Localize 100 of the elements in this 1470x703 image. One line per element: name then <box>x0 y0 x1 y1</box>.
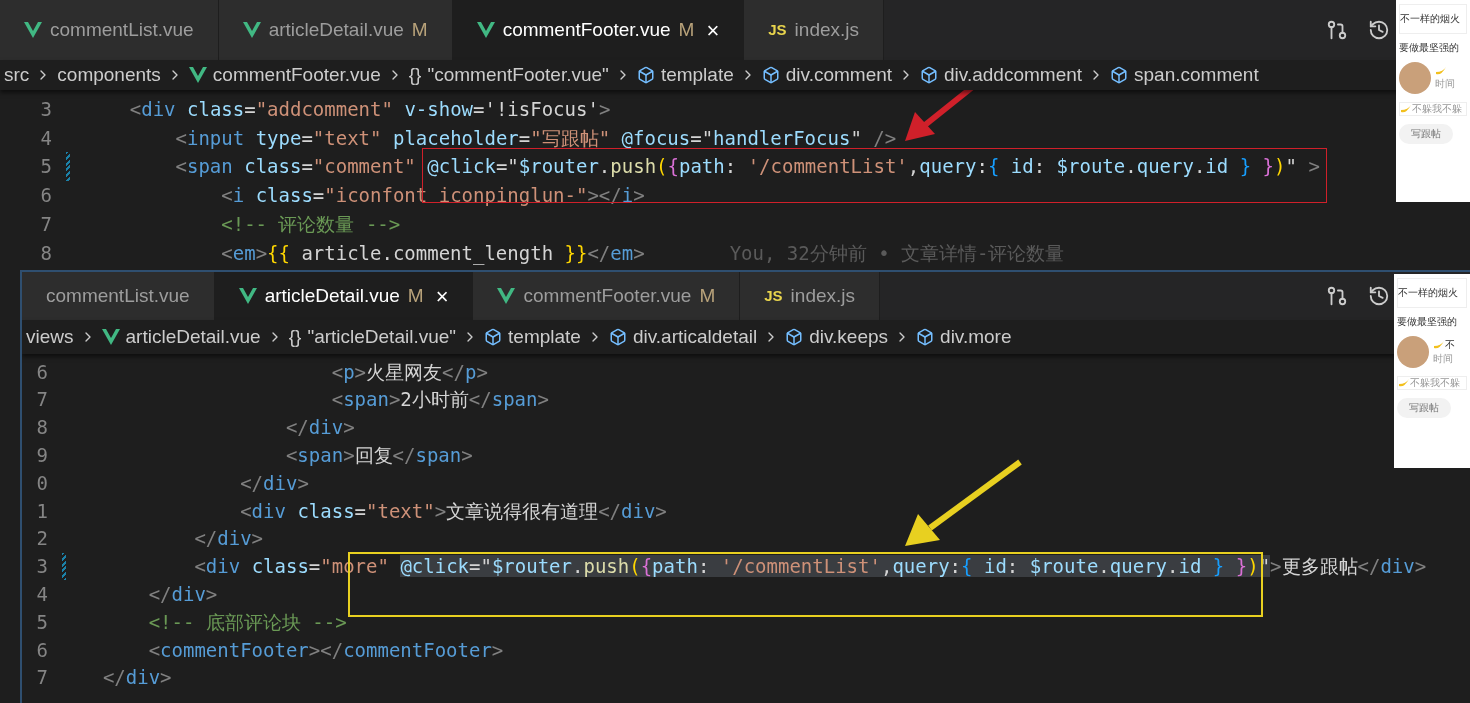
tab-label: commentList.vue <box>46 283 190 308</box>
preview-text: 不一样的烟火 <box>1400 13 1460 24</box>
code-line: <p>火星网友</p> <box>330 359 488 385</box>
editor-tab[interactable]: commentList.vue <box>22 272 215 320</box>
code-line: <div class="text">文章说得很有道理</div> <box>239 498 667 524</box>
reply-text: 不躲我不躲 <box>1410 377 1460 389</box>
code-line: <!-- 评论数量 --> <box>220 211 401 237</box>
breadcrumb-item[interactable]: "commentFooter.vue" <box>427 60 609 90</box>
breadcrumb-item[interactable]: "articleDetail.vue" <box>307 322 457 352</box>
tab-label: index.js <box>794 17 859 42</box>
code-line: <span>回复</span> <box>284 443 473 469</box>
write-reply-button[interactable]: 写跟帖 <box>1399 124 1453 144</box>
code-line: <input type="text" placeholder="写跟帖" @focus="handlerFocus" /> <box>174 125 897 151</box>
editor-tab[interactable]: JS index.js <box>744 0 884 60</box>
tab-label: commentList.vue <box>50 17 194 42</box>
breadcrumb-item[interactable]: template <box>508 322 581 352</box>
code-line: </div> <box>101 665 172 691</box>
editor-tab[interactable]: commentList.vue <box>0 0 219 60</box>
avatar <box>1397 336 1429 368</box>
cube-icon <box>785 328 804 346</box>
breadcrumb-item[interactable]: div.keeps <box>809 322 889 352</box>
preview-text: 不一样的烟火 <box>1398 287 1458 298</box>
preview-text: 要做最坚强的 <box>1397 316 1458 328</box>
vue-icon <box>238 288 257 304</box>
tab-label: commentFooter.vue <box>502 17 671 42</box>
code-line: <!-- 底部评论块 --> <box>147 609 347 635</box>
braces-icon: {} <box>408 60 422 90</box>
cube-icon <box>484 328 503 346</box>
code-line: <span>2小时前</span> <box>330 387 549 413</box>
line-number: 4 <box>36 582 48 608</box>
line-number: 8 <box>40 240 52 266</box>
line-number: 6 <box>40 183 52 209</box>
js-file-icon: JS <box>768 18 787 42</box>
editor-tab[interactable]: commentFooter.vue M <box>473 272 741 320</box>
breadcrumb-item[interactable]: div.comment <box>785 60 893 90</box>
vue-icon <box>24 22 42 38</box>
line-number: 5 <box>40 154 52 180</box>
code-line: </div> <box>147 582 218 608</box>
code-line: </div> <box>284 415 355 441</box>
cube-icon <box>608 328 627 346</box>
cube-icon <box>920 66 939 84</box>
breadcrumb-item[interactable]: src <box>4 60 30 90</box>
code-line: <span class="comment" @click="$router.push({path: '/commentList',query:{ id: $route.query.id } })" > <box>174 154 1320 180</box>
tab-label: articleDetail.vue <box>264 283 400 308</box>
cube-icon <box>761 66 780 84</box>
breadcrumb-item[interactable]: components <box>57 60 161 90</box>
cube-icon <box>916 328 935 346</box>
code-line: <commentFooter></commentFooter> <box>147 637 504 663</box>
close-icon[interactable]: × <box>706 13 720 47</box>
line-number: 7 <box>36 387 48 413</box>
editor-tab[interactable]: articleDetail.vue M × <box>214 272 474 320</box>
code-line: </div> <box>239 470 309 496</box>
timeline-icon[interactable] <box>1368 285 1390 307</box>
breadcrumb-item[interactable]: div.addcomment <box>944 60 1083 90</box>
line-number: 3 <box>40 97 52 123</box>
breadcrumb-item[interactable]: commentFooter.vue <box>212 60 381 90</box>
line-number: 3 <box>36 554 48 580</box>
line-number: 5 <box>36 609 48 635</box>
vue-icon <box>101 329 120 345</box>
line-number: 0 <box>36 470 48 496</box>
close-icon[interactable]: × <box>435 279 449 313</box>
code-line: <div class="addcomment" v-show='!isFocus'> <box>128 97 611 123</box>
breadcrumb-item[interactable]: span.comment <box>1134 60 1259 90</box>
breadcrumb-item[interactable]: views <box>26 322 74 352</box>
line-number: 1 <box>36 498 48 524</box>
modified-marker: M <box>411 17 428 42</box>
reply-text: 不躲我不躲 <box>1412 103 1462 115</box>
compare-changes-icon[interactable] <box>1326 285 1348 307</box>
line-number: 7 <box>36 665 48 691</box>
compare-changes-icon[interactable] <box>1326 19 1348 41</box>
git-blame-annotation: You, 32分钟前 • 文章详情-评论数量 <box>729 240 1065 266</box>
preview-time: 时间 <box>1435 78 1455 90</box>
line-number: 6 <box>36 637 48 663</box>
cube-icon <box>636 66 655 84</box>
timeline-icon[interactable] <box>1368 19 1390 41</box>
vue-icon <box>242 22 261 38</box>
editor-tab[interactable]: articleDetail.vue M <box>218 0 453 60</box>
modified-marker: M <box>678 17 695 42</box>
line-number: 8 <box>36 415 48 441</box>
breadcrumb-item[interactable]: div.articaldetail <box>632 322 758 352</box>
vue-icon <box>476 22 495 38</box>
breadcrumb-item[interactable]: template <box>660 60 734 90</box>
code-line: </div> <box>193 526 264 552</box>
vue-icon <box>497 288 516 304</box>
cube-icon <box>1110 66 1129 84</box>
tab-label: commentFooter.vue <box>523 283 692 308</box>
preview-username: 不 <box>1445 339 1455 351</box>
preview-text: 要做最坚强的 <box>1399 42 1460 54</box>
braces-icon: {} <box>288 322 302 352</box>
breadcrumb-item[interactable]: articleDetail.vue <box>125 322 261 352</box>
tab-label: articleDetail.vue <box>268 17 404 42</box>
modified-marker: M <box>407 283 424 308</box>
breadcrumb-item[interactable]: div.more <box>940 322 1012 352</box>
editor-tab[interactable]: JS index.js <box>740 272 880 320</box>
tab-label: index.js <box>790 283 855 308</box>
avatar <box>1399 62 1431 94</box>
code-line: <em>{{ article.comment_length }}</em> <box>220 240 645 267</box>
editor-tab[interactable]: commentFooter.vue M × <box>452 0 745 60</box>
line-number: 2 <box>36 526 48 552</box>
write-reply-button[interactable]: 写跟帖 <box>1397 398 1451 418</box>
